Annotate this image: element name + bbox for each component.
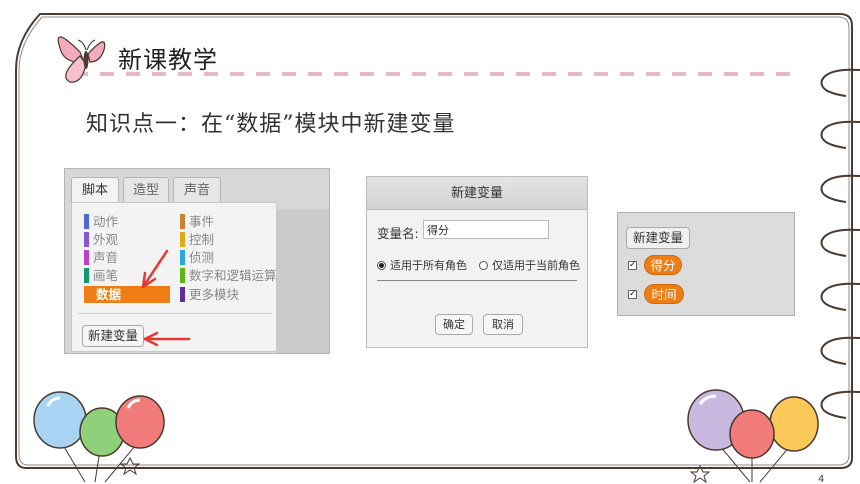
cancel-button[interactable]: 取消	[483, 314, 523, 335]
arrow-to-data-category	[141, 249, 169, 289]
dialog-title: 新建变量	[367, 177, 587, 210]
binder-rings	[820, 68, 860, 419]
radio-all-sprites[interactable]: 适用于所有角色	[377, 257, 467, 273]
variable-score[interactable]: 得分	[644, 255, 682, 275]
butterfly-icon	[57, 36, 106, 83]
slide-title: 新课教学	[118, 46, 218, 74]
variable-name-label: 变量名:	[377, 226, 419, 241]
checkbox-icon[interactable]: ✓	[628, 290, 637, 299]
checkbox-icon[interactable]: ✓	[628, 261, 637, 270]
radio-selected-icon	[377, 261, 386, 270]
variable-time[interactable]: 时间	[644, 284, 684, 304]
scratch-palette-screenshot: 脚本 造型 声音 动作 外观 声音 画笔 数据 事件 控制 侦测 数字和逻辑运算…	[64, 168, 330, 354]
dialog-divider	[377, 280, 577, 281]
annotation-arrows	[141, 249, 191, 347]
page-number: 4	[818, 474, 824, 484]
radio-unselected-icon	[479, 261, 488, 270]
new-variable-dialog: 新建变量 变量名: 得分 适用于所有角色 仅适用于当前角色 确定 取消	[366, 176, 588, 348]
slide-subtitle: 知识点一：在“数据”模块中新建变量	[86, 112, 456, 137]
ok-button[interactable]: 确定	[435, 314, 473, 335]
radio-this-sprite[interactable]: 仅适用于当前角色	[479, 257, 580, 273]
new-variable-button[interactable]: 新建变量	[626, 227, 690, 249]
stage-variables-screenshot: 新建变量 ✓ 得分 ✓ 时间	[617, 212, 795, 316]
arrow-to-new-variable	[143, 331, 191, 347]
variable-name-input[interactable]: 得分	[423, 220, 549, 239]
radio-label: 适用于所有角色	[390, 259, 467, 272]
radio-label: 仅适用于当前角色	[492, 259, 580, 272]
